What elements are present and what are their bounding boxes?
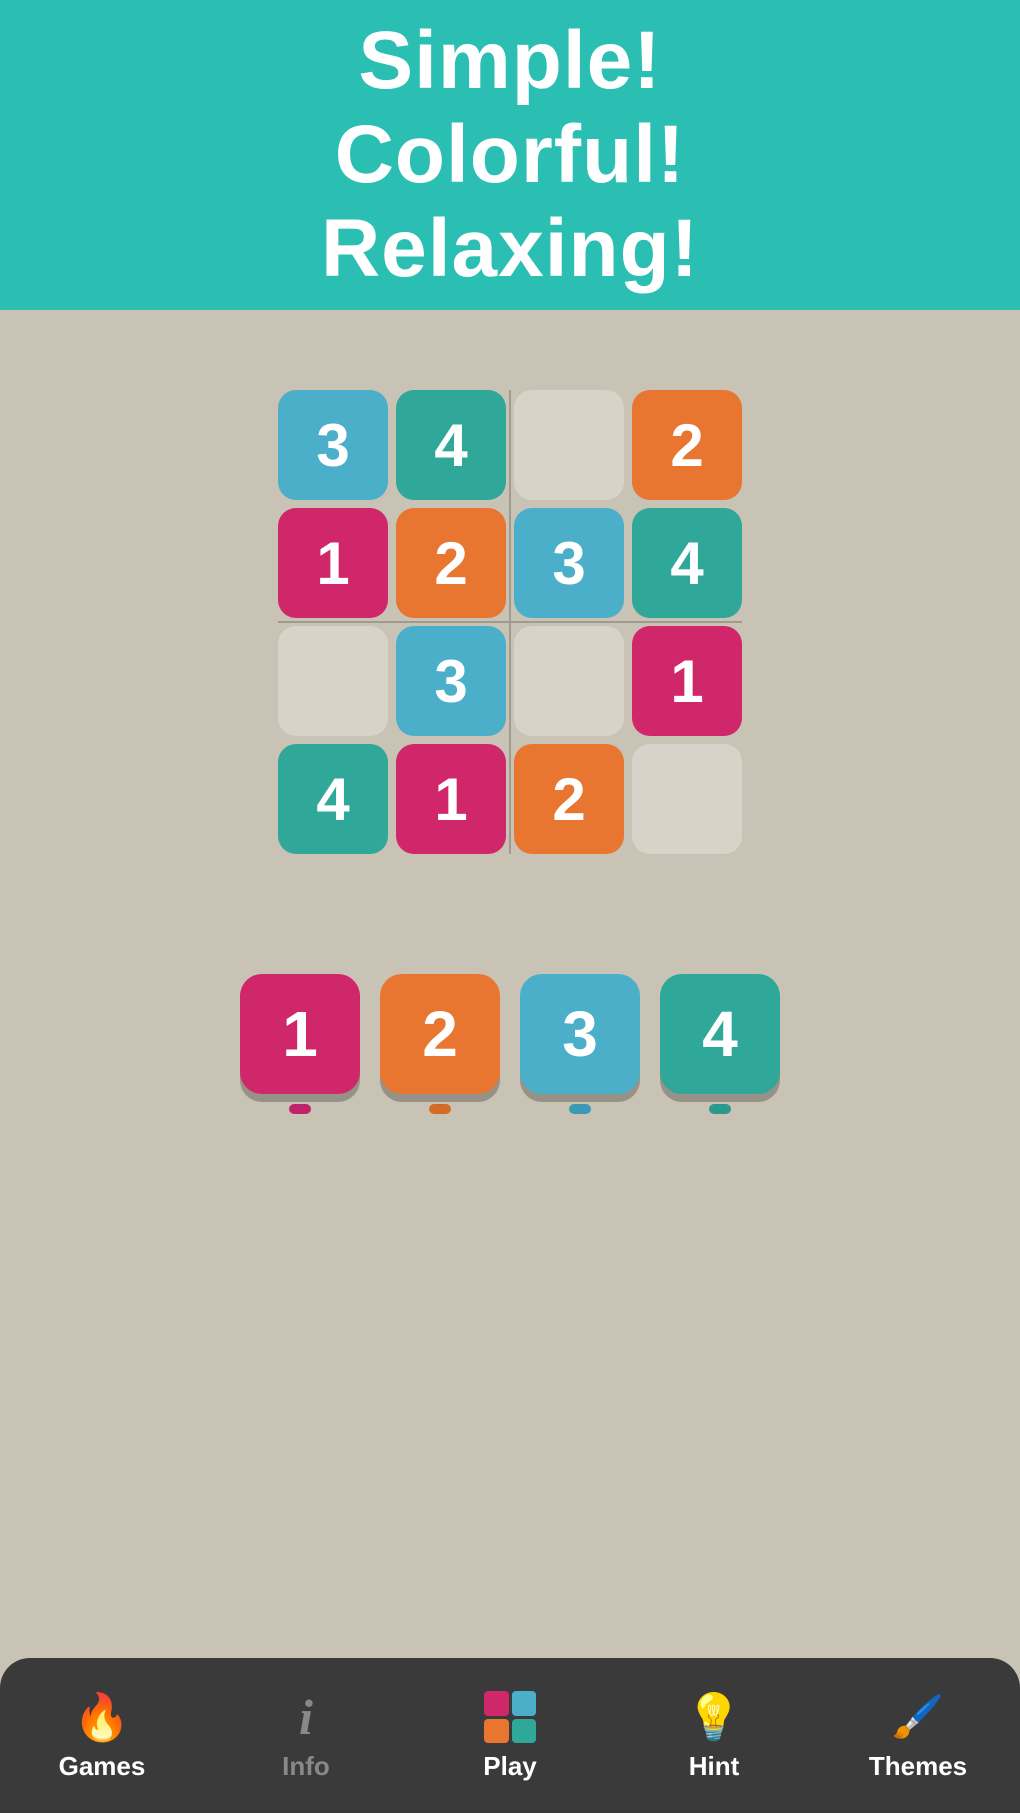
nav-info-label: Info [282, 1751, 330, 1782]
tile-4[interactable]: 4 [660, 974, 780, 1094]
nav-play-label: Play [483, 1751, 537, 1782]
main-content: 3 4 2 1 2 3 4 3 1 4 1 2 1 2 3 4 [0, 310, 1020, 1114]
play-icon [482, 1689, 538, 1745]
grid-cell-4[interactable]: 1 [278, 508, 388, 618]
grid-cell-11[interactable]: 1 [632, 626, 742, 736]
grid-cell-14[interactable]: 2 [514, 744, 624, 854]
nav-info[interactable]: i Info [206, 1689, 406, 1782]
bottom-navigation: 🔥 Games i Info Play 💡 Hint 🖌️ Themes [0, 1658, 1020, 1813]
grid-cell-2[interactable] [514, 390, 624, 500]
hint-icon: 💡 [686, 1689, 742, 1745]
grid-cell-12[interactable]: 4 [278, 744, 388, 854]
tile-3-wrapper[interactable]: 3 [520, 974, 640, 1114]
grid-cell-7[interactable]: 4 [632, 508, 742, 618]
nav-themes[interactable]: 🖌️ Themes [818, 1689, 1018, 1782]
tile-2-dot [429, 1104, 451, 1114]
grid-cell-0[interactable]: 3 [278, 390, 388, 500]
header-line1: Simple! [358, 15, 661, 106]
nav-hint-label: Hint [689, 1751, 740, 1782]
nav-hint[interactable]: 💡 Hint [614, 1689, 814, 1782]
nav-themes-label: Themes [869, 1751, 967, 1782]
grid-cell-13[interactable]: 1 [396, 744, 506, 854]
tile-3[interactable]: 3 [520, 974, 640, 1094]
tile-2[interactable]: 2 [380, 974, 500, 1094]
header-section: Simple! Colorful! Relaxing! [0, 0, 1020, 310]
nav-games[interactable]: 🔥 Games [2, 1689, 202, 1782]
nav-play[interactable]: Play [410, 1689, 610, 1782]
themes-icon: 🖌️ [890, 1689, 946, 1745]
grid-cell-3[interactable]: 2 [632, 390, 742, 500]
grid-cell-5[interactable]: 2 [396, 508, 506, 618]
tile-4-dot [709, 1104, 731, 1114]
tile-3-dot [569, 1104, 591, 1114]
header-line3: Relaxing! [321, 203, 699, 294]
header-tagline: Simple! Colorful! Relaxing! [321, 14, 699, 297]
grid-cell-8[interactable] [278, 626, 388, 736]
grid-cell-10[interactable] [514, 626, 624, 736]
tile-1-dot [289, 1104, 311, 1114]
info-icon: i [278, 1689, 334, 1745]
header-line2: Colorful! [335, 109, 686, 200]
grid-cell-15[interactable] [632, 744, 742, 854]
games-icon: 🔥 [74, 1689, 130, 1745]
game-grid[interactable]: 3 4 2 1 2 3 4 3 1 4 1 2 [278, 390, 742, 854]
tile-1[interactable]: 1 [240, 974, 360, 1094]
tile-1-wrapper[interactable]: 1 [240, 974, 360, 1114]
grid-cell-1[interactable]: 4 [396, 390, 506, 500]
nav-games-label: Games [59, 1751, 146, 1782]
grid-cell-6[interactable]: 3 [514, 508, 624, 618]
grid-cell-9[interactable]: 3 [396, 626, 506, 736]
tile-4-wrapper[interactable]: 4 [660, 974, 780, 1114]
tile-2-wrapper[interactable]: 2 [380, 974, 500, 1114]
number-tiles: 1 2 3 4 [240, 974, 780, 1114]
